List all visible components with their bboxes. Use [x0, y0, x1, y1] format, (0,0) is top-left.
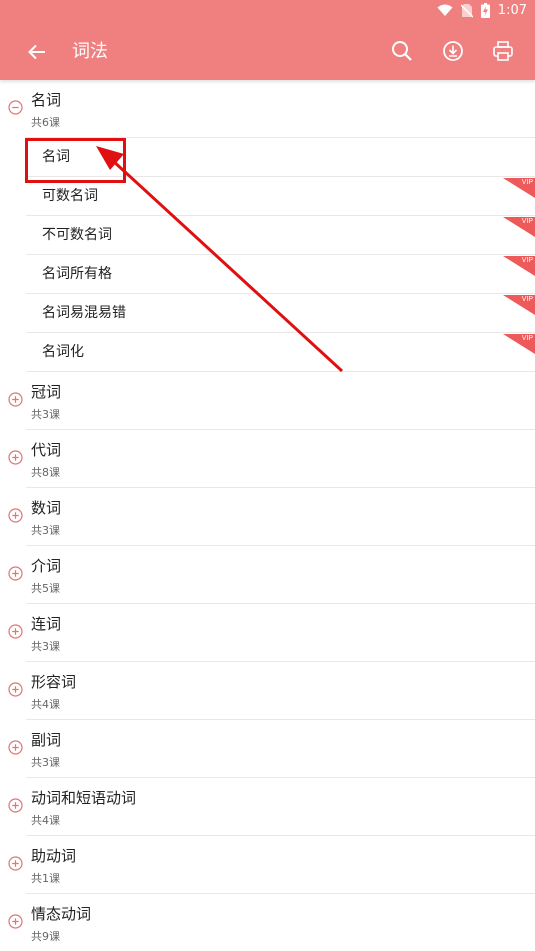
group-count: 共3课 — [31, 408, 60, 421]
expand-icon[interactable] — [8, 740, 23, 755]
no-sim-icon — [460, 4, 473, 18]
group-title: 动词和短语动词 — [31, 789, 137, 807]
group-title: 副词 — [31, 731, 62, 749]
group-item[interactable]: 形容词 共4课 — [0, 662, 535, 720]
lesson-title: 不可数名词 — [42, 227, 112, 243]
group-item[interactable]: 数词 共3课 — [0, 488, 535, 546]
vip-badge-label: VIP — [521, 335, 533, 342]
group-item[interactable]: 助动词 共1课 — [0, 836, 535, 894]
wifi-icon — [437, 4, 453, 16]
group-count: 共4课 — [31, 698, 60, 711]
lesson-item[interactable]: 名词所有格 VIP — [0, 255, 535, 294]
group-title: 代词 — [31, 441, 62, 459]
group-count: 共9课 — [31, 930, 60, 943]
group-title: 助动词 — [31, 847, 77, 865]
collapse-icon[interactable] — [8, 100, 23, 115]
expand-icon[interactable] — [8, 624, 23, 639]
expand-icon[interactable] — [8, 682, 23, 697]
group-item[interactable]: 副词 共3课 — [0, 720, 535, 778]
group-count: 共3课 — [31, 640, 60, 653]
group-noun[interactable]: 名词 共6课 — [0, 80, 535, 138]
expand-icon[interactable] — [8, 856, 23, 871]
group-title: 连词 — [31, 615, 62, 633]
lesson-item[interactable]: 不可数名词 VIP — [0, 216, 535, 255]
expand-icon[interactable] — [8, 392, 23, 407]
group-item[interactable]: 连词 共3课 — [0, 604, 535, 662]
print-button[interactable] — [489, 37, 517, 65]
group-count: 共6课 — [31, 116, 60, 129]
group-count: 共1课 — [31, 872, 60, 885]
lesson-title: 名词 — [42, 149, 70, 165]
lesson-item[interactable]: 名词化 VIP — [0, 333, 535, 372]
page-title: 词法 — [72, 41, 108, 62]
group-title: 冠词 — [31, 383, 62, 401]
group-count: 共4课 — [31, 814, 60, 827]
group-count: 共5课 — [31, 582, 60, 595]
lesson-item[interactable]: 可数名词 VIP — [0, 177, 535, 216]
vip-badge-label: VIP — [521, 296, 533, 303]
expand-icon[interactable] — [8, 450, 23, 465]
group-title: 数词 — [31, 499, 62, 517]
group-item[interactable]: 情态动词 共9课 — [0, 894, 535, 951]
expand-icon[interactable] — [8, 566, 23, 581]
group-item[interactable]: 动词和短语动词 共4课 — [0, 778, 535, 836]
vip-badge-label: VIP — [521, 257, 533, 264]
download-button[interactable] — [439, 37, 467, 65]
group-count: 共3课 — [31, 756, 60, 769]
search-button[interactable] — [388, 37, 416, 65]
group-title: 名词 — [31, 91, 62, 109]
lesson-title: 名词化 — [42, 344, 84, 360]
vip-badge-label: VIP — [521, 179, 533, 186]
lesson-title: 可数名词 — [42, 188, 98, 204]
group-title: 介词 — [31, 557, 62, 575]
printer-icon — [493, 41, 513, 61]
search-icon — [392, 41, 412, 61]
group-title: 形容词 — [31, 673, 77, 691]
group-item[interactable]: 介词 共5课 — [0, 546, 535, 604]
lesson-list: 名词 共6课 名词 可数名词 VIP 不可数名词 VIP 名词所有格 VIP 名… — [0, 80, 535, 951]
group-item[interactable]: 代词 共8课 — [0, 430, 535, 488]
group-item[interactable]: 冠词 共3课 — [0, 372, 535, 430]
group-count: 共8课 — [31, 466, 60, 479]
vip-badge-label: VIP — [521, 218, 533, 225]
expand-icon[interactable] — [8, 508, 23, 523]
group-title: 情态动词 — [31, 905, 92, 923]
expand-icon[interactable] — [8, 914, 23, 929]
battery-charging-icon — [480, 3, 490, 18]
arrow-left-icon — [28, 44, 45, 60]
back-button[interactable] — [24, 39, 50, 65]
expand-icon[interactable] — [8, 798, 23, 813]
status-icons: 1:07 — [437, 3, 527, 18]
lesson-title: 名词所有格 — [42, 266, 112, 282]
status-bar: 1:07 — [0, 0, 535, 24]
clock: 1:07 — [497, 3, 527, 18]
app-bar: 词法 — [0, 24, 535, 80]
lesson-item[interactable]: 名词易混易错 VIP — [0, 294, 535, 333]
lesson-title: 名词易混易错 — [42, 305, 126, 321]
download-icon — [443, 41, 463, 61]
group-count: 共3课 — [31, 524, 60, 537]
lesson-item[interactable]: 名词 — [0, 138, 535, 177]
